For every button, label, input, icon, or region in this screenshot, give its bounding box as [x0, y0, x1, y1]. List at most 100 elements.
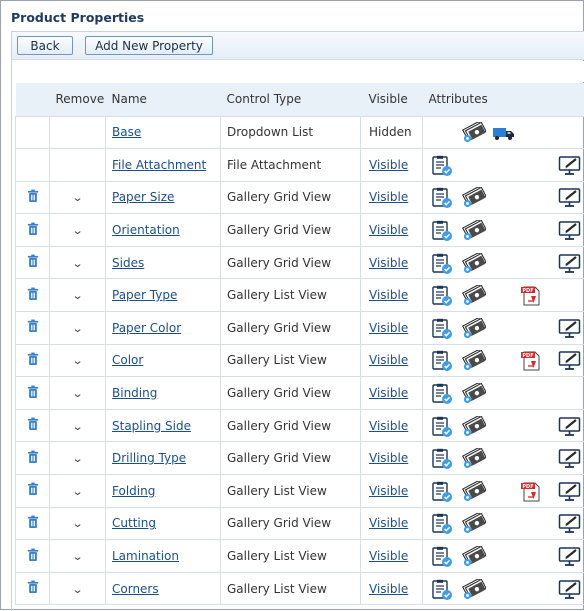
trash-icon[interactable]	[27, 290, 39, 304]
chevron-down-icon[interactable]: ⌄	[72, 354, 84, 367]
header-control-type[interactable]: Control Type	[221, 83, 361, 116]
clipboard-check-icon[interactable]	[430, 546, 454, 568]
money-gear-icon[interactable]	[462, 448, 486, 470]
monitor-edit-icon[interactable]	[558, 579, 582, 601]
money-gear-icon[interactable]	[462, 122, 486, 144]
trash-icon[interactable]	[27, 583, 39, 597]
trash-icon[interactable]	[27, 322, 39, 336]
monitor-edit-icon[interactable]	[558, 253, 582, 275]
money-gear-icon[interactable]	[462, 220, 486, 242]
property-name-link[interactable]: File Attachment	[112, 158, 206, 172]
chevron-down-icon[interactable]: ⌄	[72, 224, 84, 237]
property-name-link[interactable]: Stapling Side	[112, 419, 191, 433]
property-name-link[interactable]: Folding	[112, 484, 155, 498]
money-gear-icon[interactable]	[462, 513, 486, 535]
trash-icon[interactable]	[27, 192, 39, 206]
property-name-link[interactable]: Lamination	[112, 549, 179, 563]
money-gear-icon[interactable]	[462, 579, 486, 601]
money-gear-icon[interactable]	[462, 481, 486, 503]
chevron-down-icon[interactable]: ⌄	[72, 517, 84, 530]
clipboard-check-icon[interactable]	[430, 350, 454, 372]
clipboard-check-icon[interactable]	[430, 220, 454, 242]
trash-icon[interactable]	[27, 453, 39, 467]
money-gear-icon[interactable]	[462, 318, 486, 340]
property-name-link[interactable]: Cutting	[112, 516, 156, 530]
visible-link[interactable]: Visible	[369, 158, 408, 172]
property-name-link[interactable]: Paper Size	[112, 190, 174, 204]
monitor-edit-icon[interactable]	[558, 513, 582, 535]
monitor-edit-icon[interactable]	[558, 220, 582, 242]
pdf-icon[interactable]: PDF	[520, 285, 544, 307]
clipboard-check-icon[interactable]	[430, 481, 454, 503]
clipboard-check-icon[interactable]	[430, 416, 454, 438]
property-name-link[interactable]: Paper Color	[112, 321, 181, 335]
visible-link[interactable]: Visible	[369, 353, 408, 367]
chevron-down-icon[interactable]: ⌄	[72, 420, 84, 433]
visible-link[interactable]: Visible	[369, 419, 408, 433]
pdf-icon[interactable]: PDF	[520, 481, 544, 503]
trash-icon[interactable]	[27, 355, 39, 369]
clipboard-check-icon[interactable]	[430, 513, 454, 535]
money-gear-icon[interactable]	[462, 253, 486, 275]
pdf-icon[interactable]: PDF	[520, 350, 544, 372]
monitor-edit-icon[interactable]	[558, 481, 582, 503]
chevron-down-icon[interactable]: ⌄	[72, 452, 84, 465]
monitor-edit-icon[interactable]	[558, 416, 582, 438]
clipboard-check-icon[interactable]	[430, 253, 454, 275]
back-button[interactable]: Back	[17, 36, 73, 55]
monitor-edit-icon[interactable]	[558, 350, 582, 372]
property-name-link[interactable]: Paper Type	[112, 288, 177, 302]
truck-icon[interactable]	[492, 122, 516, 144]
property-name-link[interactable]: Corners	[112, 582, 159, 596]
trash-icon[interactable]	[27, 518, 39, 532]
clipboard-check-icon[interactable]	[430, 318, 454, 340]
clipboard-check-icon[interactable]	[430, 383, 454, 405]
visible-link[interactable]: Visible	[369, 288, 408, 302]
property-name-link[interactable]: Sides	[112, 256, 144, 270]
property-name-link[interactable]: Base	[112, 125, 141, 139]
chevron-down-icon[interactable]: ⌄	[72, 322, 84, 335]
monitor-edit-icon[interactable]	[558, 448, 582, 470]
clipboard-check-icon[interactable]	[430, 285, 454, 307]
money-gear-icon[interactable]	[462, 187, 486, 209]
money-gear-icon[interactable]	[462, 546, 486, 568]
monitor-edit-icon[interactable]	[558, 155, 582, 177]
chevron-down-icon[interactable]: ⌄	[72, 485, 84, 498]
trash-icon[interactable]	[27, 388, 39, 402]
clipboard-check-icon[interactable]	[430, 187, 454, 209]
visible-link[interactable]: Visible	[369, 516, 408, 530]
trash-icon[interactable]	[27, 225, 39, 239]
clipboard-check-icon[interactable]	[430, 155, 454, 177]
monitor-edit-icon[interactable]	[558, 187, 582, 209]
property-name-link[interactable]: Drilling Type	[112, 451, 186, 465]
trash-icon[interactable]	[27, 420, 39, 434]
money-gear-icon[interactable]	[462, 383, 486, 405]
header-name[interactable]: Name	[106, 83, 221, 116]
monitor-edit-icon[interactable]	[558, 546, 582, 568]
visible-link[interactable]: Visible	[369, 223, 408, 237]
visible-link[interactable]: Visible	[369, 484, 408, 498]
visible-link[interactable]: Visible	[369, 582, 408, 596]
visible-link[interactable]: Visible	[369, 386, 408, 400]
add-new-property-button[interactable]: Add New Property	[85, 36, 213, 55]
chevron-down-icon[interactable]: ⌄	[72, 257, 84, 270]
property-name-link[interactable]: Binding	[112, 386, 157, 400]
money-gear-icon[interactable]	[462, 350, 486, 372]
property-name-link[interactable]: Color	[112, 353, 143, 367]
money-gear-icon[interactable]	[462, 416, 486, 438]
visible-link[interactable]: Visible	[369, 549, 408, 563]
property-name-link[interactable]: Orientation	[112, 223, 180, 237]
chevron-down-icon[interactable]: ⌄	[72, 289, 84, 302]
chevron-down-icon[interactable]: ⌄	[72, 387, 84, 400]
visible-link[interactable]: Visible	[369, 451, 408, 465]
header-visible[interactable]: Visible	[361, 83, 423, 116]
visible-link[interactable]: Visible	[369, 190, 408, 204]
clipboard-check-icon[interactable]	[430, 448, 454, 470]
visible-link[interactable]: Visible	[369, 256, 408, 270]
chevron-down-icon[interactable]: ⌄	[72, 191, 84, 204]
clipboard-check-icon[interactable]	[430, 579, 454, 601]
trash-icon[interactable]	[27, 551, 39, 565]
trash-icon[interactable]	[27, 485, 39, 499]
monitor-edit-icon[interactable]	[558, 318, 582, 340]
visible-link[interactable]: Visible	[369, 321, 408, 335]
